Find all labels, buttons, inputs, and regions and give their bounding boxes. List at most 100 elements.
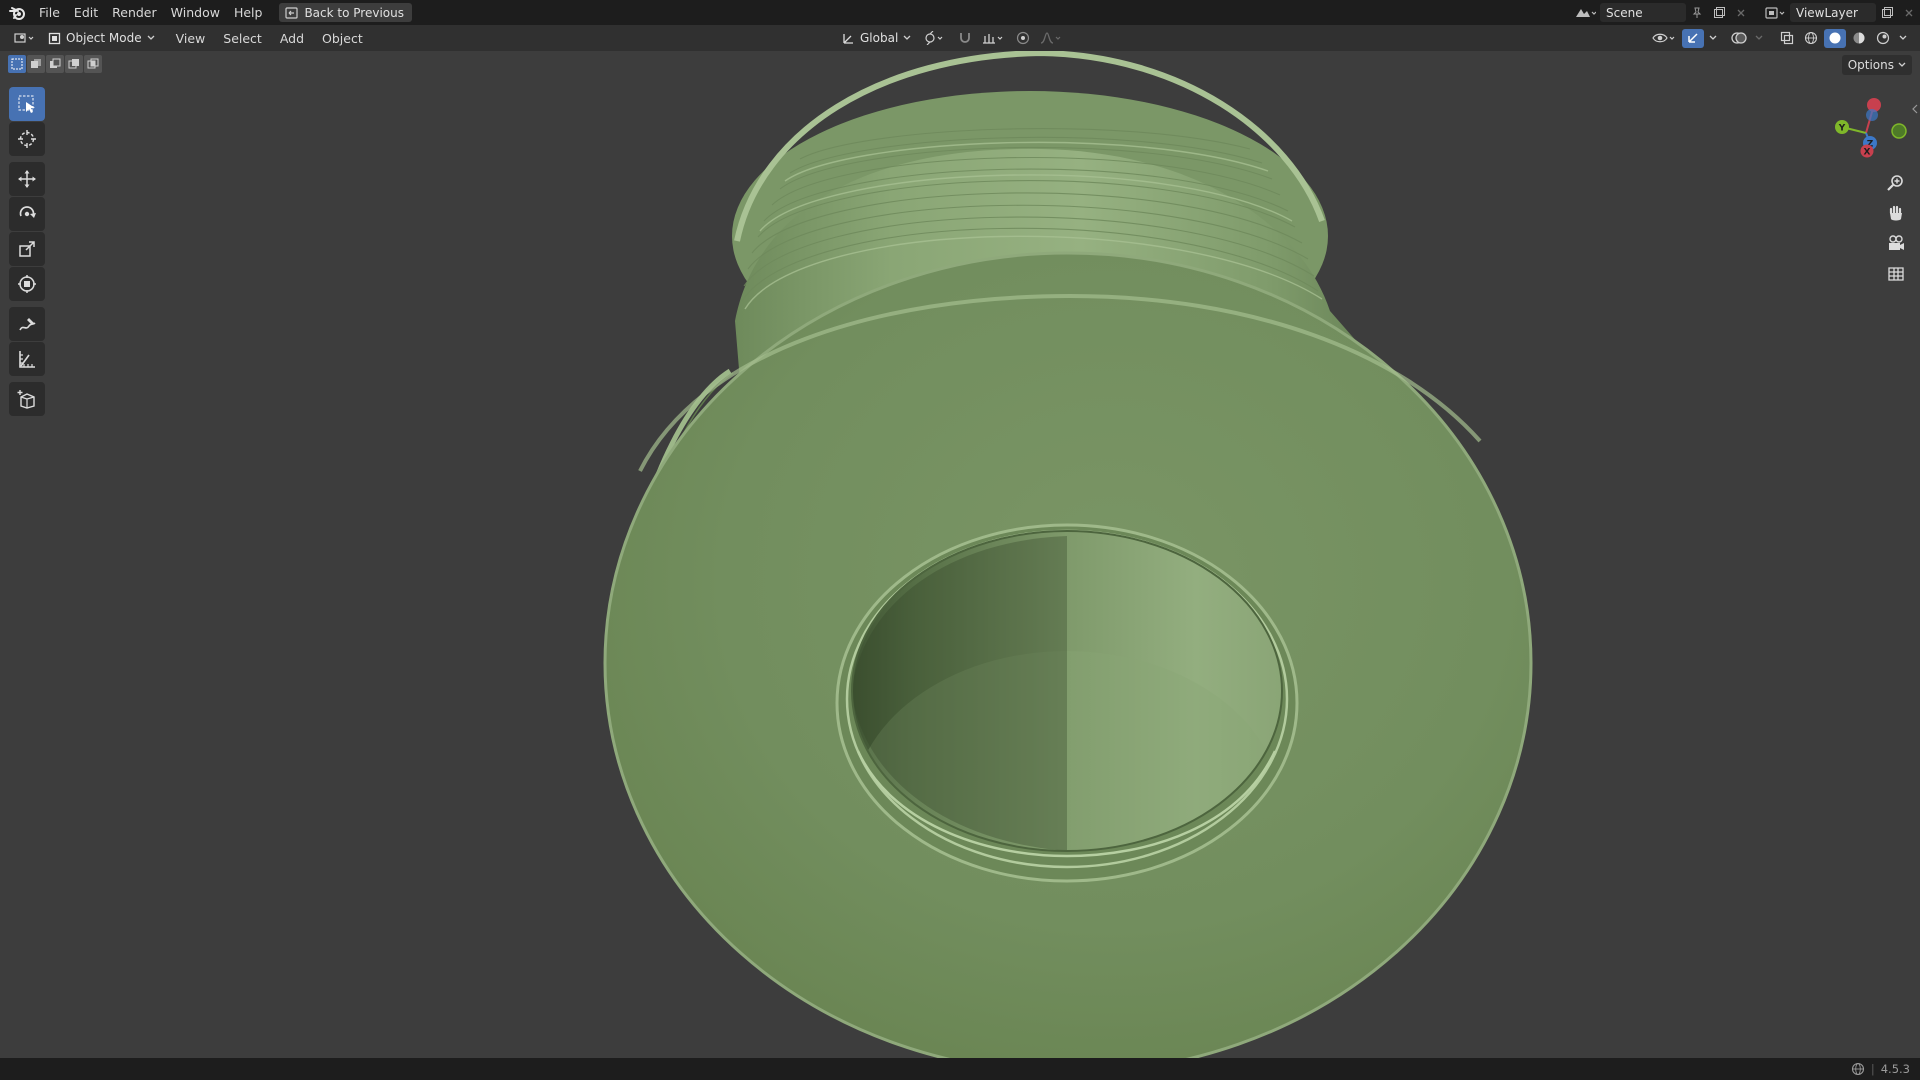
shading-dropdown-icon[interactable] bbox=[1896, 29, 1910, 48]
version-label: 4.5.3 bbox=[1880, 1062, 1910, 1076]
wireframe-shading-icon[interactable] bbox=[1800, 29, 1822, 48]
viewport-header: Object Mode View Select Add Object Globa… bbox=[0, 25, 1920, 51]
viewport-display-tools bbox=[1650, 28, 1910, 48]
move-icon bbox=[18, 170, 36, 188]
chevron-down-icon bbox=[903, 35, 911, 40]
3d-viewport[interactable]: Options Y Z X bbox=[0, 51, 1920, 1058]
select-new-icon[interactable] bbox=[8, 55, 26, 73]
status-bar: | 4.5.3 bbox=[0, 1058, 1920, 1080]
tool-shelf bbox=[9, 87, 45, 417]
snap-toggle-icon[interactable] bbox=[955, 29, 975, 48]
material-preview-icon[interactable] bbox=[1848, 29, 1870, 48]
spool-object[interactable] bbox=[0, 51, 1920, 1058]
delete-scene-icon[interactable] bbox=[1730, 3, 1752, 22]
blender-window: File Edit Render Window Help Back to Pre… bbox=[0, 0, 1920, 1080]
add-cube-tool[interactable] bbox=[9, 382, 45, 416]
annotate-tool[interactable] bbox=[9, 307, 45, 341]
scale-icon bbox=[19, 241, 35, 257]
scene-browse-icon[interactable] bbox=[1570, 3, 1600, 22]
mode-label: Object Mode bbox=[66, 31, 142, 45]
header-menu-view[interactable]: View bbox=[167, 31, 215, 46]
back-to-previous-label: Back to Previous bbox=[304, 5, 404, 20]
options-dropdown[interactable]: Options bbox=[1841, 55, 1912, 75]
visibility-icon[interactable] bbox=[1650, 29, 1680, 48]
transform-tools: Global bbox=[836, 28, 1067, 48]
top-menu-bar: File Edit Render Window Help Back to Pre… bbox=[0, 0, 1920, 25]
menu-window[interactable]: Window bbox=[164, 0, 227, 25]
back-to-previous-button[interactable]: Back to Previous bbox=[279, 3, 412, 22]
header-menu-select[interactable]: Select bbox=[214, 31, 271, 46]
transform-icon bbox=[18, 275, 36, 293]
gizmo-z-negative[interactable] bbox=[1866, 109, 1878, 121]
menu-render[interactable]: Render bbox=[105, 0, 164, 25]
overlays-toggle-icon[interactable] bbox=[1728, 29, 1750, 48]
pivot-point-icon[interactable] bbox=[921, 29, 951, 48]
pin-icon[interactable] bbox=[1686, 3, 1708, 22]
navigation-gizmo[interactable]: Y Z X bbox=[1822, 89, 1912, 179]
measure-icon bbox=[19, 351, 35, 368]
view-layer-browse-icon[interactable] bbox=[1760, 3, 1790, 22]
select-invert-icon[interactable] bbox=[65, 55, 83, 73]
annotate-icon bbox=[19, 318, 36, 331]
pan-button[interactable] bbox=[1882, 199, 1910, 227]
header-menu-add[interactable]: Add bbox=[271, 31, 313, 46]
orientation-axes-icon bbox=[843, 33, 853, 44]
xray-toggle-icon[interactable] bbox=[1776, 29, 1798, 48]
proportional-editing-icon[interactable] bbox=[1013, 29, 1033, 48]
back-icon bbox=[285, 6, 299, 19]
menu-edit[interactable]: Edit bbox=[67, 0, 105, 25]
new-scene-icon[interactable] bbox=[1708, 3, 1730, 22]
menu-file[interactable]: File bbox=[32, 0, 67, 25]
transform-orientation-label: Global bbox=[860, 31, 899, 45]
measure-tool[interactable] bbox=[9, 342, 45, 376]
rendered-shading-icon[interactable] bbox=[1872, 29, 1894, 48]
workspace-selectors: Scene ViewLayer bbox=[1570, 0, 1920, 25]
chevron-down-icon bbox=[147, 35, 155, 40]
select-intersect-icon[interactable] bbox=[84, 55, 102, 73]
gizmo-toggle-icon[interactable] bbox=[1682, 28, 1704, 48]
gizmo-y-label: Y bbox=[1838, 124, 1846, 134]
snap-target-icon[interactable] bbox=[979, 29, 1009, 48]
scene-name: Scene bbox=[1606, 5, 1643, 20]
zoom-button[interactable] bbox=[1882, 169, 1910, 197]
solid-shading-icon[interactable] bbox=[1824, 28, 1846, 48]
camera-view-button[interactable] bbox=[1882, 229, 1910, 257]
gizmo-dropdown-icon[interactable] bbox=[1706, 29, 1720, 48]
delete-view-layer-icon[interactable] bbox=[1898, 3, 1920, 22]
mode-selector[interactable]: Object Mode bbox=[42, 28, 161, 48]
editor-type-icon[interactable] bbox=[8, 29, 42, 48]
move-tool[interactable] bbox=[9, 162, 45, 196]
add-cube-icon bbox=[17, 390, 35, 409]
rotate-tool[interactable] bbox=[9, 197, 45, 231]
new-view-layer-icon[interactable] bbox=[1876, 3, 1898, 22]
view-layer-field[interactable]: ViewLayer bbox=[1790, 3, 1876, 22]
rotate-icon bbox=[19, 206, 36, 218]
header-menu-object[interactable]: Object bbox=[313, 31, 372, 46]
hand-icon bbox=[1889, 205, 1902, 221]
camera-icon bbox=[1889, 235, 1904, 250]
object-mode-icon bbox=[48, 32, 61, 44]
network-icon bbox=[1851, 1062, 1864, 1076]
scene-name-field[interactable]: Scene bbox=[1600, 3, 1686, 22]
gizmo-x-label: X bbox=[1864, 148, 1871, 158]
menu-help[interactable]: Help bbox=[227, 0, 270, 25]
status-divider: | bbox=[1870, 1062, 1875, 1076]
perspective-toggle-button[interactable] bbox=[1882, 259, 1910, 287]
gizmo-y-negative[interactable] bbox=[1891, 123, 1907, 139]
cursor-tool[interactable] bbox=[9, 122, 45, 156]
select-subtract-icon[interactable] bbox=[46, 55, 64, 73]
chevron-down-icon bbox=[1898, 62, 1906, 67]
overlays-dropdown-icon[interactable] bbox=[1752, 29, 1766, 48]
grid-icon bbox=[1888, 267, 1904, 281]
select-extend-icon[interactable] bbox=[27, 55, 45, 73]
select-box-tool[interactable] bbox=[9, 87, 45, 121]
view-layer-name: ViewLayer bbox=[1796, 5, 1858, 20]
scale-tool[interactable] bbox=[9, 232, 45, 266]
transform-tool[interactable] bbox=[9, 267, 45, 301]
proportional-falloff-icon[interactable] bbox=[1037, 29, 1067, 48]
options-label: Options bbox=[1847, 58, 1894, 72]
navigation-buttons bbox=[1882, 169, 1910, 287]
transform-orientation-selector[interactable]: Global bbox=[836, 28, 917, 48]
selection-mode-buttons bbox=[8, 55, 102, 73]
blender-logo-icon[interactable] bbox=[4, 0, 32, 25]
